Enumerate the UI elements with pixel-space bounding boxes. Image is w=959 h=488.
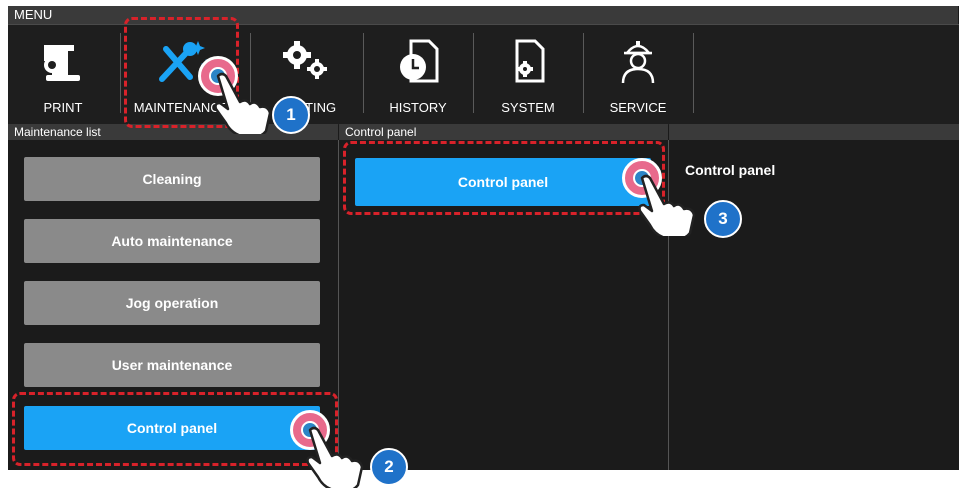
step-badge-1: 1: [272, 96, 310, 134]
user-maintenance-button[interactable]: User maintenance: [24, 343, 320, 387]
auto-maintenance-button[interactable]: Auto maintenance: [24, 219, 320, 263]
control-panel-header: Control panel: [339, 124, 668, 140]
highlight-box-step3: [343, 141, 665, 215]
service-worker-icon: [583, 37, 693, 85]
cleaning-button[interactable]: Cleaning: [24, 157, 320, 201]
history-clock-icon: [363, 37, 473, 85]
toolbar-system-button[interactable]: SYSTEM: [473, 31, 583, 121]
toolbar-divider: [693, 33, 694, 113]
step-badge-3: 3: [704, 200, 742, 238]
detail-header: [669, 124, 959, 140]
toolbar-history-button[interactable]: HISTORY: [363, 31, 473, 121]
jog-operation-button[interactable]: Jog operation: [24, 281, 320, 325]
toolbar-service-button[interactable]: SERVICE: [583, 31, 693, 121]
system-document-gear-icon: [473, 37, 583, 85]
step-badge-2: 2: [370, 448, 408, 486]
print-icon: [8, 37, 118, 85]
toolbar-divider: [120, 33, 121, 113]
toolbar-print-label: PRINT: [43, 100, 83, 115]
pointing-hand-icon: [638, 174, 696, 236]
toolbar-system-label: SYSTEM: [501, 100, 555, 115]
toolbar-service-label: SERVICE: [609, 100, 667, 115]
detail-panel: Control panel: [668, 140, 959, 470]
toolbar-print-button[interactable]: PRINT: [8, 31, 118, 121]
toolbar-history-label: HISTORY: [389, 100, 447, 115]
pointing-hand-icon: [306, 426, 364, 488]
pointing-hand-icon: [214, 72, 272, 134]
